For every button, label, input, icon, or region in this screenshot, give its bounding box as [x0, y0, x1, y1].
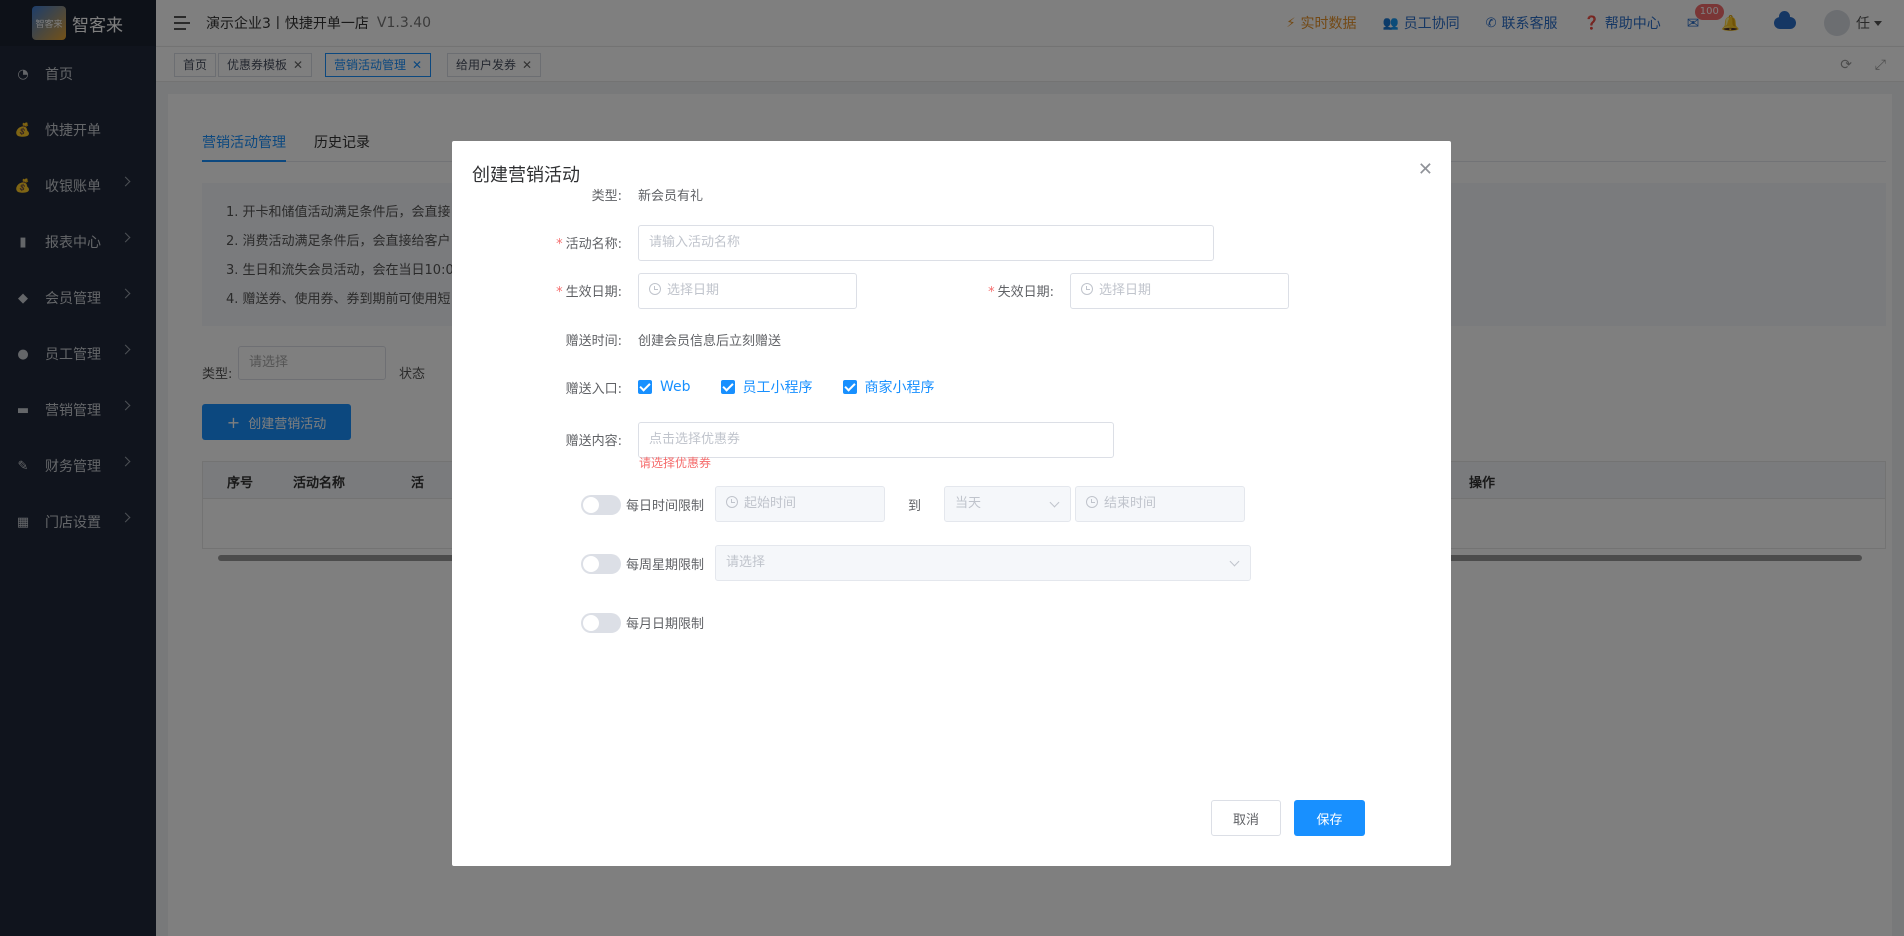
daily-limit-switch[interactable]	[581, 495, 621, 515]
weekly-limit-switch[interactable]	[581, 554, 621, 574]
chevron-down-icon	[1049, 497, 1060, 508]
type-value: 新会员有礼	[638, 189, 704, 204]
start-date-input[interactable]: 选择日期	[638, 273, 857, 309]
close-icon[interactable]: ✕	[1418, 159, 1433, 180]
checkbox-merchant-miniprogram[interactable]	[842, 380, 857, 394]
end-date-label: * 失效日期:	[988, 285, 1054, 300]
day-select[interactable]: 当天	[944, 486, 1071, 522]
checkbox-web[interactable]	[638, 380, 652, 394]
dialog-title: 创建营销活动	[472, 165, 580, 186]
coupon-select-input[interactable]: 点击选择优惠券	[638, 422, 1114, 458]
clock-icon	[649, 283, 661, 295]
monthly-limit-switch[interactable]	[581, 613, 621, 633]
cancel-button[interactable]: 取消	[1211, 800, 1281, 836]
save-button[interactable]: 保存	[1294, 800, 1365, 836]
create-activity-dialog: 创建营销活动 ✕ 类型: 新会员有礼 * 活动名称: 请输入活动名称 * 生效日期:…	[452, 141, 1451, 866]
entry-label[interactable]: 员工小程序	[743, 377, 813, 397]
daily-end-time-input[interactable]: 结束时间	[1075, 486, 1245, 522]
gift-entry-label: 赠送入口:	[565, 382, 622, 397]
weekly-limit-label: 每周星期限制	[626, 558, 705, 573]
weekday-select[interactable]: 请选择	[715, 545, 1251, 581]
monthly-limit-label: 每月日期限制	[626, 617, 705, 632]
gift-time-value: 创建会员信息后立刻赠送	[638, 334, 782, 349]
gift-content-label: 赠送内容:	[565, 434, 622, 449]
coupon-error: 请选择优惠券	[639, 456, 712, 470]
chevron-down-icon	[1229, 556, 1240, 567]
clock-icon	[1081, 283, 1093, 295]
type-label: 类型:	[591, 189, 622, 204]
daily-limit-label: 每日时间限制	[626, 499, 705, 514]
entry-label[interactable]: Web	[660, 379, 691, 395]
clock-icon	[726, 496, 738, 508]
clock-icon	[1086, 496, 1098, 508]
name-label: * 活动名称:	[556, 237, 622, 252]
checkbox-staff-miniprogram[interactable]	[720, 380, 735, 394]
daily-start-time-input[interactable]: 起始时间	[715, 486, 885, 522]
gift-time-label: 赠送时间:	[565, 334, 622, 349]
to-label: 到	[908, 499, 922, 514]
entry-label[interactable]: 商家小程序	[865, 377, 935, 397]
start-date-label: * 生效日期:	[556, 285, 622, 300]
end-date-input[interactable]: 选择日期	[1070, 273, 1289, 309]
gift-entry-group: Web 员工小程序 商家小程序	[638, 377, 965, 397]
activity-name-input[interactable]: 请输入活动名称	[638, 225, 1214, 261]
